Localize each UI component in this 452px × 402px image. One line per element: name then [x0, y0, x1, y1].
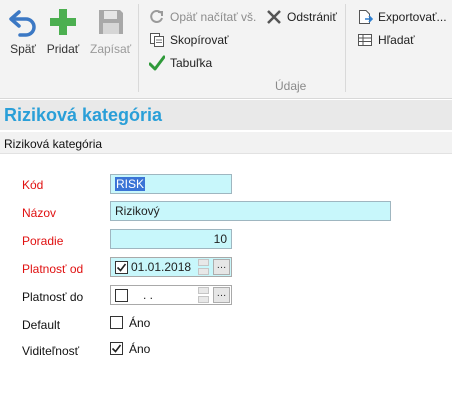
data-group-label: Údaje — [275, 79, 307, 93]
valid-from-checkbox[interactable] — [115, 261, 128, 274]
back-button[interactable]: Späť — [6, 4, 40, 60]
export-icon — [356, 8, 374, 26]
grid-search-icon — [356, 31, 374, 49]
visibility-option-text: Áno — [129, 342, 151, 356]
section-title: Riziková kategória — [4, 137, 103, 151]
order-field[interactable]: 10 — [110, 229, 232, 249]
spin-up-icon[interactable] — [198, 259, 209, 266]
reload-all-label: Opäť načítať vš. — [170, 10, 257, 24]
copy-button[interactable]: Skopírovať — [148, 30, 229, 50]
valid-to-value: . . — [143, 288, 154, 302]
find-label: Hľadať — [378, 33, 415, 47]
valid-to-label: Platnosť do — [22, 290, 84, 304]
default-checkbox[interactable] — [110, 316, 123, 329]
add-label: Pridať — [46, 42, 80, 56]
find-button[interactable]: Hľadať — [356, 30, 415, 50]
name-label: Názov — [22, 206, 57, 220]
reload-all-button[interactable]: Opäť načítať vš. — [148, 7, 256, 27]
page-title: Riziková kategória — [4, 105, 163, 125]
valid-from-spinner[interactable] — [198, 259, 209, 275]
refresh-icon — [148, 8, 166, 26]
code-label: Kód — [22, 178, 44, 192]
ribbon-toolbar: Späť Pridať Zapísať Opäť načítať vš. Sko… — [0, 0, 452, 99]
valid-from-label: Platnosť od — [22, 262, 84, 276]
code-value: RISK — [115, 177, 146, 191]
table-label: Tabuľka — [170, 56, 213, 70]
default-option-text: Áno — [129, 316, 151, 330]
table-button[interactable]: Tabuľka — [148, 53, 212, 73]
add-button[interactable]: Pridať — [46, 4, 80, 60]
checkmark-icon — [148, 54, 166, 72]
spin-down-icon[interactable] — [198, 296, 209, 303]
back-label: Späť — [10, 42, 36, 56]
order-label: Poradie — [22, 234, 64, 248]
close-icon — [265, 8, 283, 26]
valid-to-datepicker[interactable]: . . … — [110, 285, 232, 305]
copy-icon — [148, 31, 166, 49]
spin-down-icon[interactable] — [198, 268, 209, 275]
remove-button[interactable]: Odstrániť — [265, 7, 337, 27]
ribbon-separator — [138, 4, 139, 92]
export-label: Exportovať... — [378, 10, 447, 24]
plus-icon — [46, 4, 80, 40]
floppy-disk-icon — [94, 4, 128, 40]
remove-label: Odstrániť — [287, 10, 337, 24]
default-label: Default — [22, 318, 61, 332]
copy-label: Skopírovať — [170, 33, 229, 47]
valid-to-spinner[interactable] — [198, 287, 209, 303]
back-arrow-icon — [6, 4, 40, 40]
export-button[interactable]: Exportovať... — [356, 7, 447, 27]
valid-from-calendar-button[interactable]: … — [213, 259, 230, 275]
code-field[interactable]: RISK — [110, 174, 232, 194]
save-button[interactable]: Zapísať — [90, 4, 131, 60]
name-field[interactable]: Rizikový — [110, 201, 391, 221]
save-label: Zapísať — [90, 42, 132, 56]
valid-from-value: 01.01.2018 — [131, 260, 192, 274]
valid-from-datepicker[interactable]: 01.01.2018 … — [110, 257, 232, 277]
visibility-checkbox[interactable] — [110, 342, 123, 355]
spin-up-icon[interactable] — [198, 287, 209, 294]
valid-to-checkbox[interactable] — [115, 289, 128, 302]
ribbon-separator — [345, 4, 346, 92]
visibility-label: Viditeľnosť — [22, 344, 80, 358]
valid-to-calendar-button[interactable]: … — [213, 287, 230, 303]
